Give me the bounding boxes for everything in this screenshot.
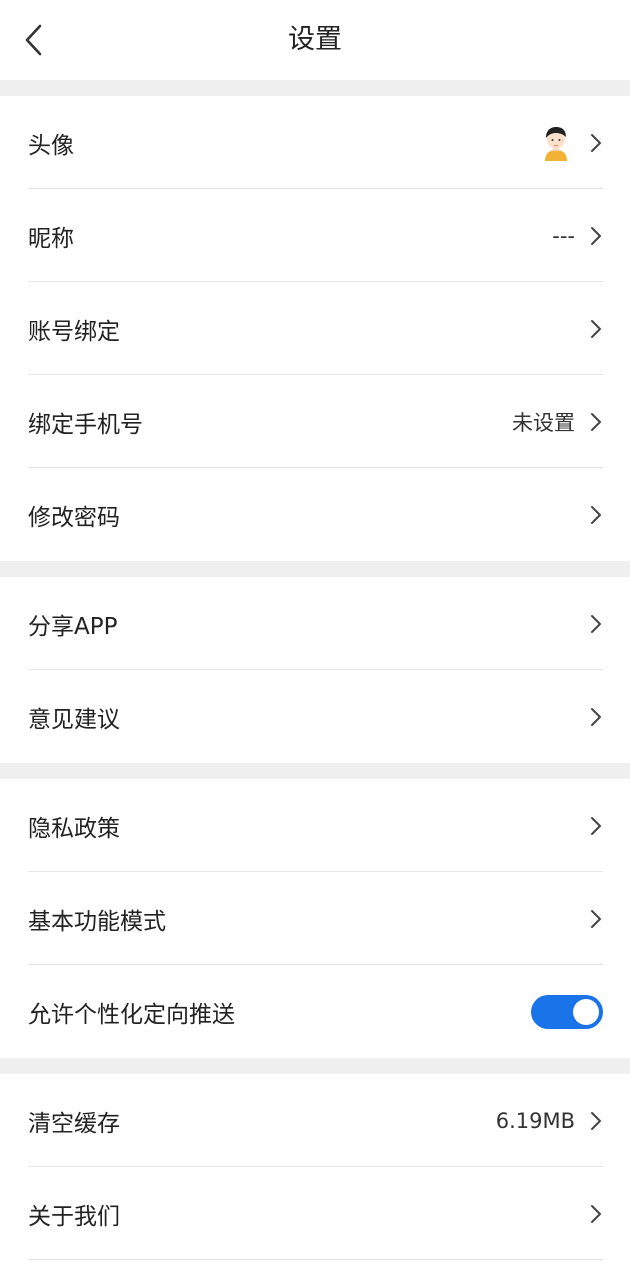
top-bar: 设置 xyxy=(0,0,630,80)
section-gap xyxy=(0,763,630,779)
privacy-policy-label: 隐私政策 xyxy=(28,815,120,842)
chevron-right-icon xyxy=(589,1110,603,1132)
feedback-row[interactable]: 意见建议 xyxy=(0,670,630,763)
section-gap xyxy=(0,561,630,577)
chevron-right-icon xyxy=(589,411,603,433)
section-gap xyxy=(0,1058,630,1074)
settings-page: 设置 头像 昵称 --- 账号绑定 绑定手机号 未设置 修改密码 分享APP 意… xyxy=(0,0,630,1280)
chevron-left-icon xyxy=(25,24,42,56)
about-us-label: 关于我们 xyxy=(28,1203,120,1230)
nickname-value: --- xyxy=(552,223,575,248)
chevron-right-icon xyxy=(589,318,603,340)
chevron-right-icon xyxy=(589,613,603,635)
phone-binding-row[interactable]: 绑定手机号 未设置 xyxy=(0,375,630,468)
change-password-label: 修改密码 xyxy=(28,504,120,531)
chevron-right-icon xyxy=(589,815,603,837)
personalized-push-label: 允许个性化定向推送 xyxy=(28,1001,235,1028)
share-group: 分享APP 意见建议 xyxy=(0,577,630,763)
chevron-right-icon xyxy=(589,908,603,930)
chevron-right-icon xyxy=(589,225,603,247)
cache-size-value: 6.19MB xyxy=(495,1108,575,1133)
misc-group: 清空缓存 6.19MB 关于我们 xyxy=(0,1074,630,1260)
personalized-push-toggle[interactable] xyxy=(531,994,603,1029)
section-gap xyxy=(0,80,630,96)
share-app-label: 分享APP xyxy=(28,613,118,640)
phone-binding-value: 未设置 xyxy=(512,410,575,435)
row-divider xyxy=(28,1259,603,1260)
feedback-label: 意见建议 xyxy=(28,706,120,733)
chevron-right-icon xyxy=(589,706,603,728)
account-group: 头像 昵称 --- 账号绑定 绑定手机号 未设置 修改密码 xyxy=(0,96,630,561)
clear-cache-label: 清空缓存 xyxy=(28,1110,120,1137)
account-binding-label: 账号绑定 xyxy=(28,318,120,345)
avatar-label: 头像 xyxy=(28,132,74,159)
privacy-group: 隐私政策 基本功能模式 允许个性化定向推送 xyxy=(0,779,630,1058)
share-app-row[interactable]: 分享APP xyxy=(0,577,630,670)
change-password-row[interactable]: 修改密码 xyxy=(0,468,630,561)
toggle-knob xyxy=(573,998,599,1025)
avatar-row[interactable]: 头像 xyxy=(0,96,630,189)
basic-mode-label: 基本功能模式 xyxy=(28,908,166,935)
page-title: 设置 xyxy=(288,24,342,55)
clear-cache-row[interactable]: 清空缓存 6.19MB xyxy=(0,1074,630,1167)
nickname-row[interactable]: 昵称 --- xyxy=(0,189,630,282)
chevron-right-icon xyxy=(589,1203,603,1225)
privacy-policy-row[interactable]: 隐私政策 xyxy=(0,779,630,872)
basic-mode-row[interactable]: 基本功能模式 xyxy=(0,872,630,965)
avatar-icon xyxy=(545,126,567,161)
back-button[interactable] xyxy=(14,20,54,60)
about-us-row[interactable]: 关于我们 xyxy=(0,1167,630,1260)
personalized-push-row: 允许个性化定向推送 xyxy=(0,965,630,1058)
nickname-label: 昵称 xyxy=(28,225,74,252)
phone-binding-label: 绑定手机号 xyxy=(28,411,143,438)
chevron-right-icon xyxy=(589,504,603,526)
account-binding-row[interactable]: 账号绑定 xyxy=(0,282,630,375)
chevron-right-icon xyxy=(589,132,603,154)
